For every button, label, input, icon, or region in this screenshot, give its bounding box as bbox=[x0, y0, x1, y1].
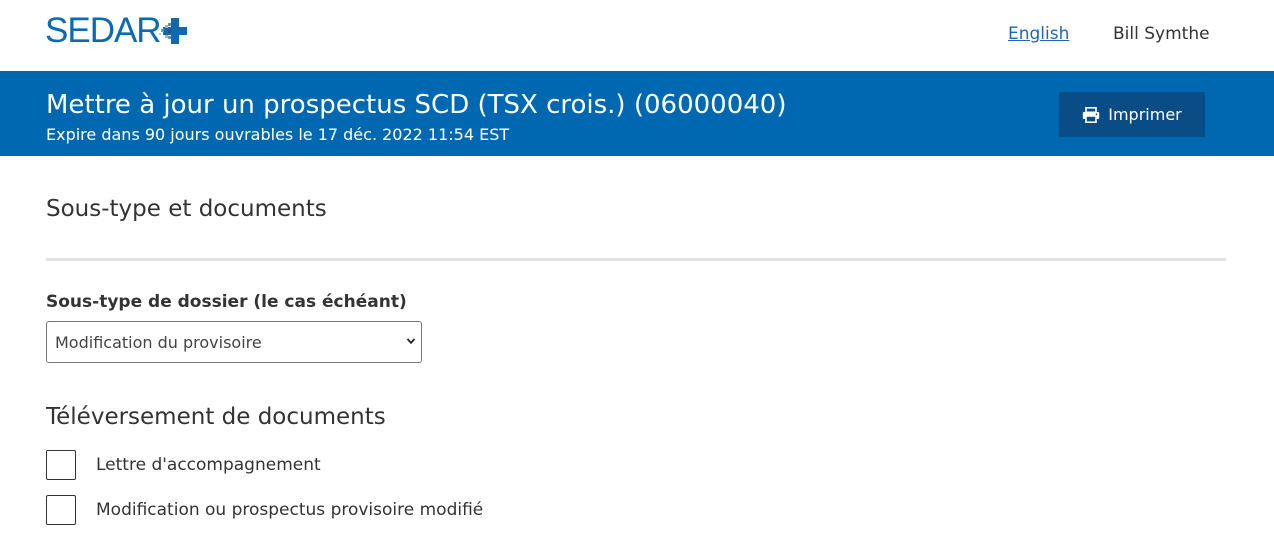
subtype-select[interactable]: Modification du provisoire bbox=[46, 321, 422, 363]
document-row-cover-letter[interactable]: Lettre d'accompagnement bbox=[46, 450, 321, 480]
print-button-label: Imprimer bbox=[1108, 105, 1182, 124]
main-content: Sous-type et documents Sous-type de doss… bbox=[0, 156, 1274, 539]
cover-letter-label[interactable]: Lettre d'accompagnement bbox=[96, 455, 321, 475]
printer-icon bbox=[1083, 106, 1100, 123]
document-row-amendment[interactable]: Modification ou prospectus provisoire mo… bbox=[46, 495, 483, 525]
user-name[interactable]: Bill Symthe bbox=[1113, 24, 1210, 44]
section-title: Sous-type et documents bbox=[46, 196, 327, 222]
amendment-checkbox[interactable] bbox=[46, 495, 76, 525]
subtype-select-value: Modification du provisoire bbox=[55, 332, 262, 352]
print-button[interactable]: Imprimer bbox=[1059, 92, 1205, 137]
amendment-label[interactable]: Modification ou prospectus provisoire mo… bbox=[96, 500, 483, 520]
top-header: SEDAR English Bill Symthe bbox=[0, 0, 1274, 71]
cover-letter-checkbox[interactable] bbox=[46, 450, 76, 480]
chevron-down-icon bbox=[406, 338, 416, 345]
page-banner: Mettre à jour un prospectus SCD (TSX cro… bbox=[0, 71, 1274, 156]
expiry-notice: Expire dans 90 jours ouvrables le 17 déc… bbox=[46, 125, 510, 144]
logo-text: SEDAR bbox=[45, 11, 162, 50]
page-title: Mettre à jour un prospectus SCD (TSX cro… bbox=[46, 90, 787, 120]
subtype-label: Sous-type de dossier (le cas échéant) bbox=[46, 292, 407, 312]
section-divider bbox=[46, 258, 1226, 261]
upload-title: Téléversement de documents bbox=[46, 404, 386, 430]
plus-pixel-logo-icon bbox=[158, 18, 187, 44]
sedar-logo[interactable]: SEDAR bbox=[45, 11, 189, 50]
language-toggle-link[interactable]: English bbox=[1008, 24, 1069, 44]
